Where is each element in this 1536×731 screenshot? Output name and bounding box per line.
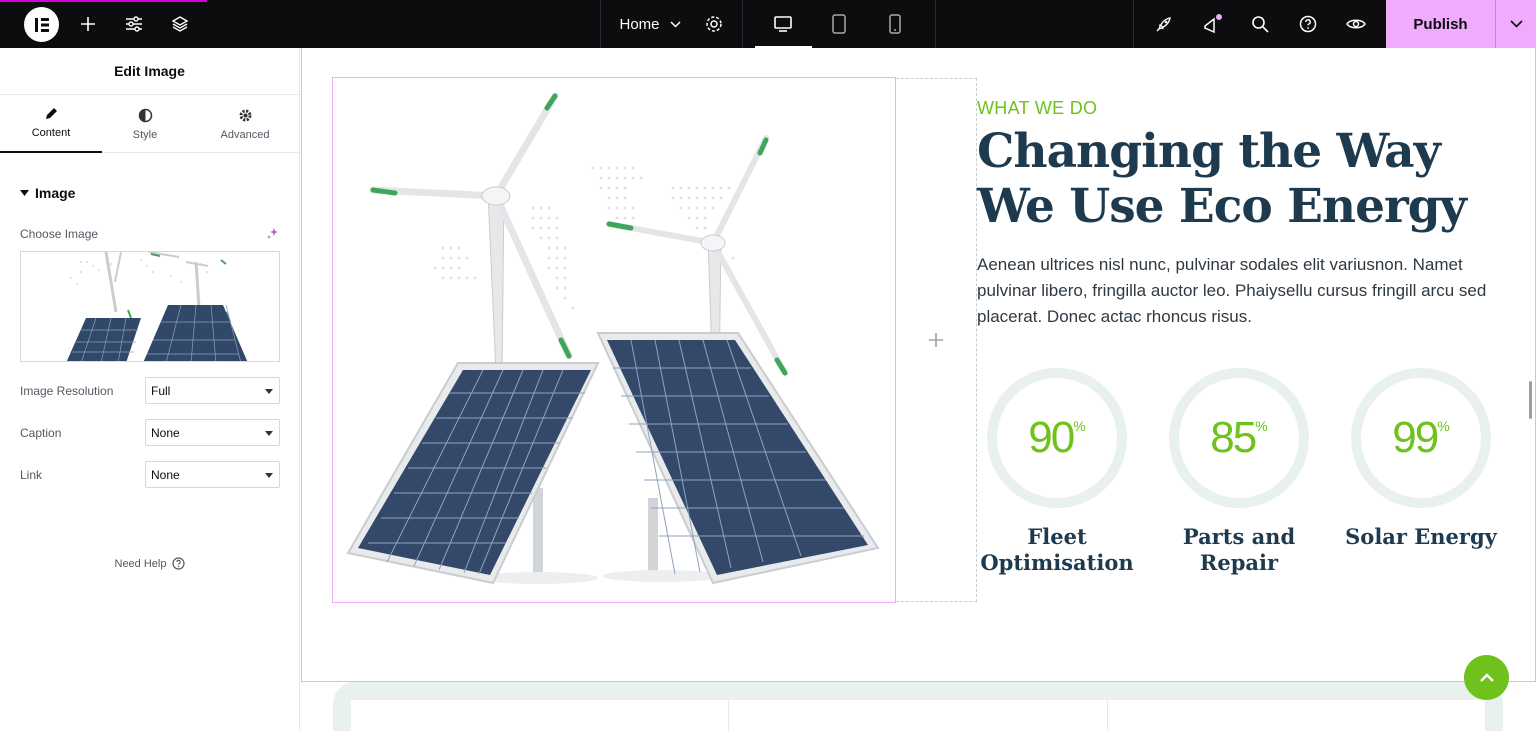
page-settings-icon[interactable] <box>698 0 730 48</box>
field-label: Link <box>20 468 43 482</box>
field-label: Caption <box>20 426 62 440</box>
site-settings-icon[interactable] <box>118 0 150 48</box>
elementor-logo-icon[interactable] <box>24 7 59 42</box>
stat-label: Fleet Optimisation <box>980 524 1134 575</box>
stat-item: 90% Fleet Optimisation <box>977 368 1137 576</box>
add-element-icon[interactable] <box>72 0 104 48</box>
caption-select[interactable]: None <box>145 419 280 446</box>
wind-turbine-left <box>369 92 573 374</box>
column <box>1108 700 1485 731</box>
solar-panel-right <box>596 332 880 585</box>
announcements-icon[interactable] <box>1196 0 1228 48</box>
publish-button[interactable]: Publish <box>1386 0 1495 48</box>
select-value: None <box>151 425 180 440</box>
scroll-to-top-button[interactable] <box>1464 655 1509 700</box>
ai-sparkle-icon[interactable] <box>266 227 280 246</box>
stat-item: 85% Parts and Repair <box>1159 368 1319 576</box>
section-title: Image <box>35 185 76 201</box>
image-thumbnail[interactable] <box>20 251 280 362</box>
preview-eye-icon[interactable] <box>1340 0 1372 48</box>
tablet-view-icon[interactable] <box>816 0 862 48</box>
need-help-link[interactable]: Need Help <box>0 557 300 570</box>
help-circle-icon <box>172 557 186 570</box>
need-help-label: Need Help <box>114 557 167 570</box>
tab-style[interactable]: Style <box>100 95 190 153</box>
stat-value: 85 <box>1210 413 1257 462</box>
field-label: Image Resolution <box>20 384 114 398</box>
pencil-icon <box>46 108 57 119</box>
select-value: Full <box>151 383 171 398</box>
progress-ring: 99% <box>1351 368 1491 508</box>
column <box>729 700 1108 731</box>
caret-down-icon <box>265 389 273 394</box>
plus-icon <box>929 333 943 347</box>
caret-down-icon <box>265 473 273 478</box>
stat-value: 99 <box>1392 413 1439 462</box>
next-section-columns <box>351 700 1485 731</box>
progress-ring: 90% <box>987 368 1127 508</box>
section-paragraph: Aenean ultrices nisl nunc, pulvinar soda… <box>977 255 1487 326</box>
page-selector-label: Home <box>619 15 660 33</box>
chevron-up-icon <box>1479 673 1494 682</box>
canvas-scrollbar[interactable] <box>1529 381 1532 419</box>
tab-content[interactable]: Content <box>0 95 102 153</box>
tab-label: Content <box>31 127 71 139</box>
tab-advanced[interactable]: Advanced <box>196 95 294 153</box>
publish-group: Publish <box>1386 0 1536 48</box>
link-select[interactable]: None <box>145 461 280 488</box>
divider <box>742 0 743 48</box>
desktop-view-icon[interactable] <box>760 0 806 48</box>
divider <box>600 0 601 48</box>
help-icon[interactable] <box>1292 0 1324 48</box>
choose-image-label: Choose Image <box>20 227 99 241</box>
stat-unit: % <box>1437 418 1450 434</box>
divider <box>935 0 936 48</box>
tab-label: Advanced <box>220 128 270 141</box>
stat-item: 99% Solar Energy <box>1341 368 1501 550</box>
solar-panel-left <box>346 362 600 585</box>
panel-title: Edit Image <box>0 48 299 95</box>
caret-down-icon <box>20 190 29 196</box>
top-bar: Home Publish <box>0 0 1536 48</box>
divider <box>1133 0 1134 48</box>
column <box>351 700 730 731</box>
publish-options-chevron-icon[interactable] <box>1496 0 1536 48</box>
section-eyebrow: WHAT WE DO <box>977 98 1098 118</box>
panel-tabs: Content Style Advanced <box>0 95 299 153</box>
caret-down-icon <box>265 431 273 436</box>
add-element-placeholder[interactable] <box>896 78 977 602</box>
next-section-card <box>333 682 1503 731</box>
stat-unit: % <box>1073 418 1086 434</box>
section-heading: Changing the Way We Use Eco Energy <box>977 124 1467 234</box>
half-circle-icon <box>138 108 152 122</box>
preview-canvas: WHAT WE DO Changing the Way We Use Eco E… <box>301 48 1536 731</box>
tab-label: Style <box>132 128 158 141</box>
gear-icon <box>239 109 251 121</box>
image-section-toggle[interactable]: Image <box>20 185 75 201</box>
rocket-icon[interactable] <box>1148 0 1180 48</box>
mobile-view-icon[interactable] <box>872 0 918 48</box>
page-selector[interactable]: Home <box>610 0 690 48</box>
image-widget[interactable] <box>332 77 896 603</box>
structure-layers-icon[interactable] <box>164 0 196 48</box>
progress-ring: 85% <box>1169 368 1309 508</box>
stat-label: Solar Energy <box>1345 524 1497 549</box>
stat-value: 90 <box>1028 413 1075 462</box>
select-value: None <box>151 467 180 482</box>
image-resolution-select[interactable]: Full <box>145 377 280 404</box>
chevron-down-icon <box>669 20 681 28</box>
stat-label: Parts and Repair <box>1182 524 1296 575</box>
editor-panel: Edit Image Content Style Advanced Image … <box>0 48 300 731</box>
search-icon[interactable] <box>1244 0 1276 48</box>
stat-unit: % <box>1255 418 1268 434</box>
